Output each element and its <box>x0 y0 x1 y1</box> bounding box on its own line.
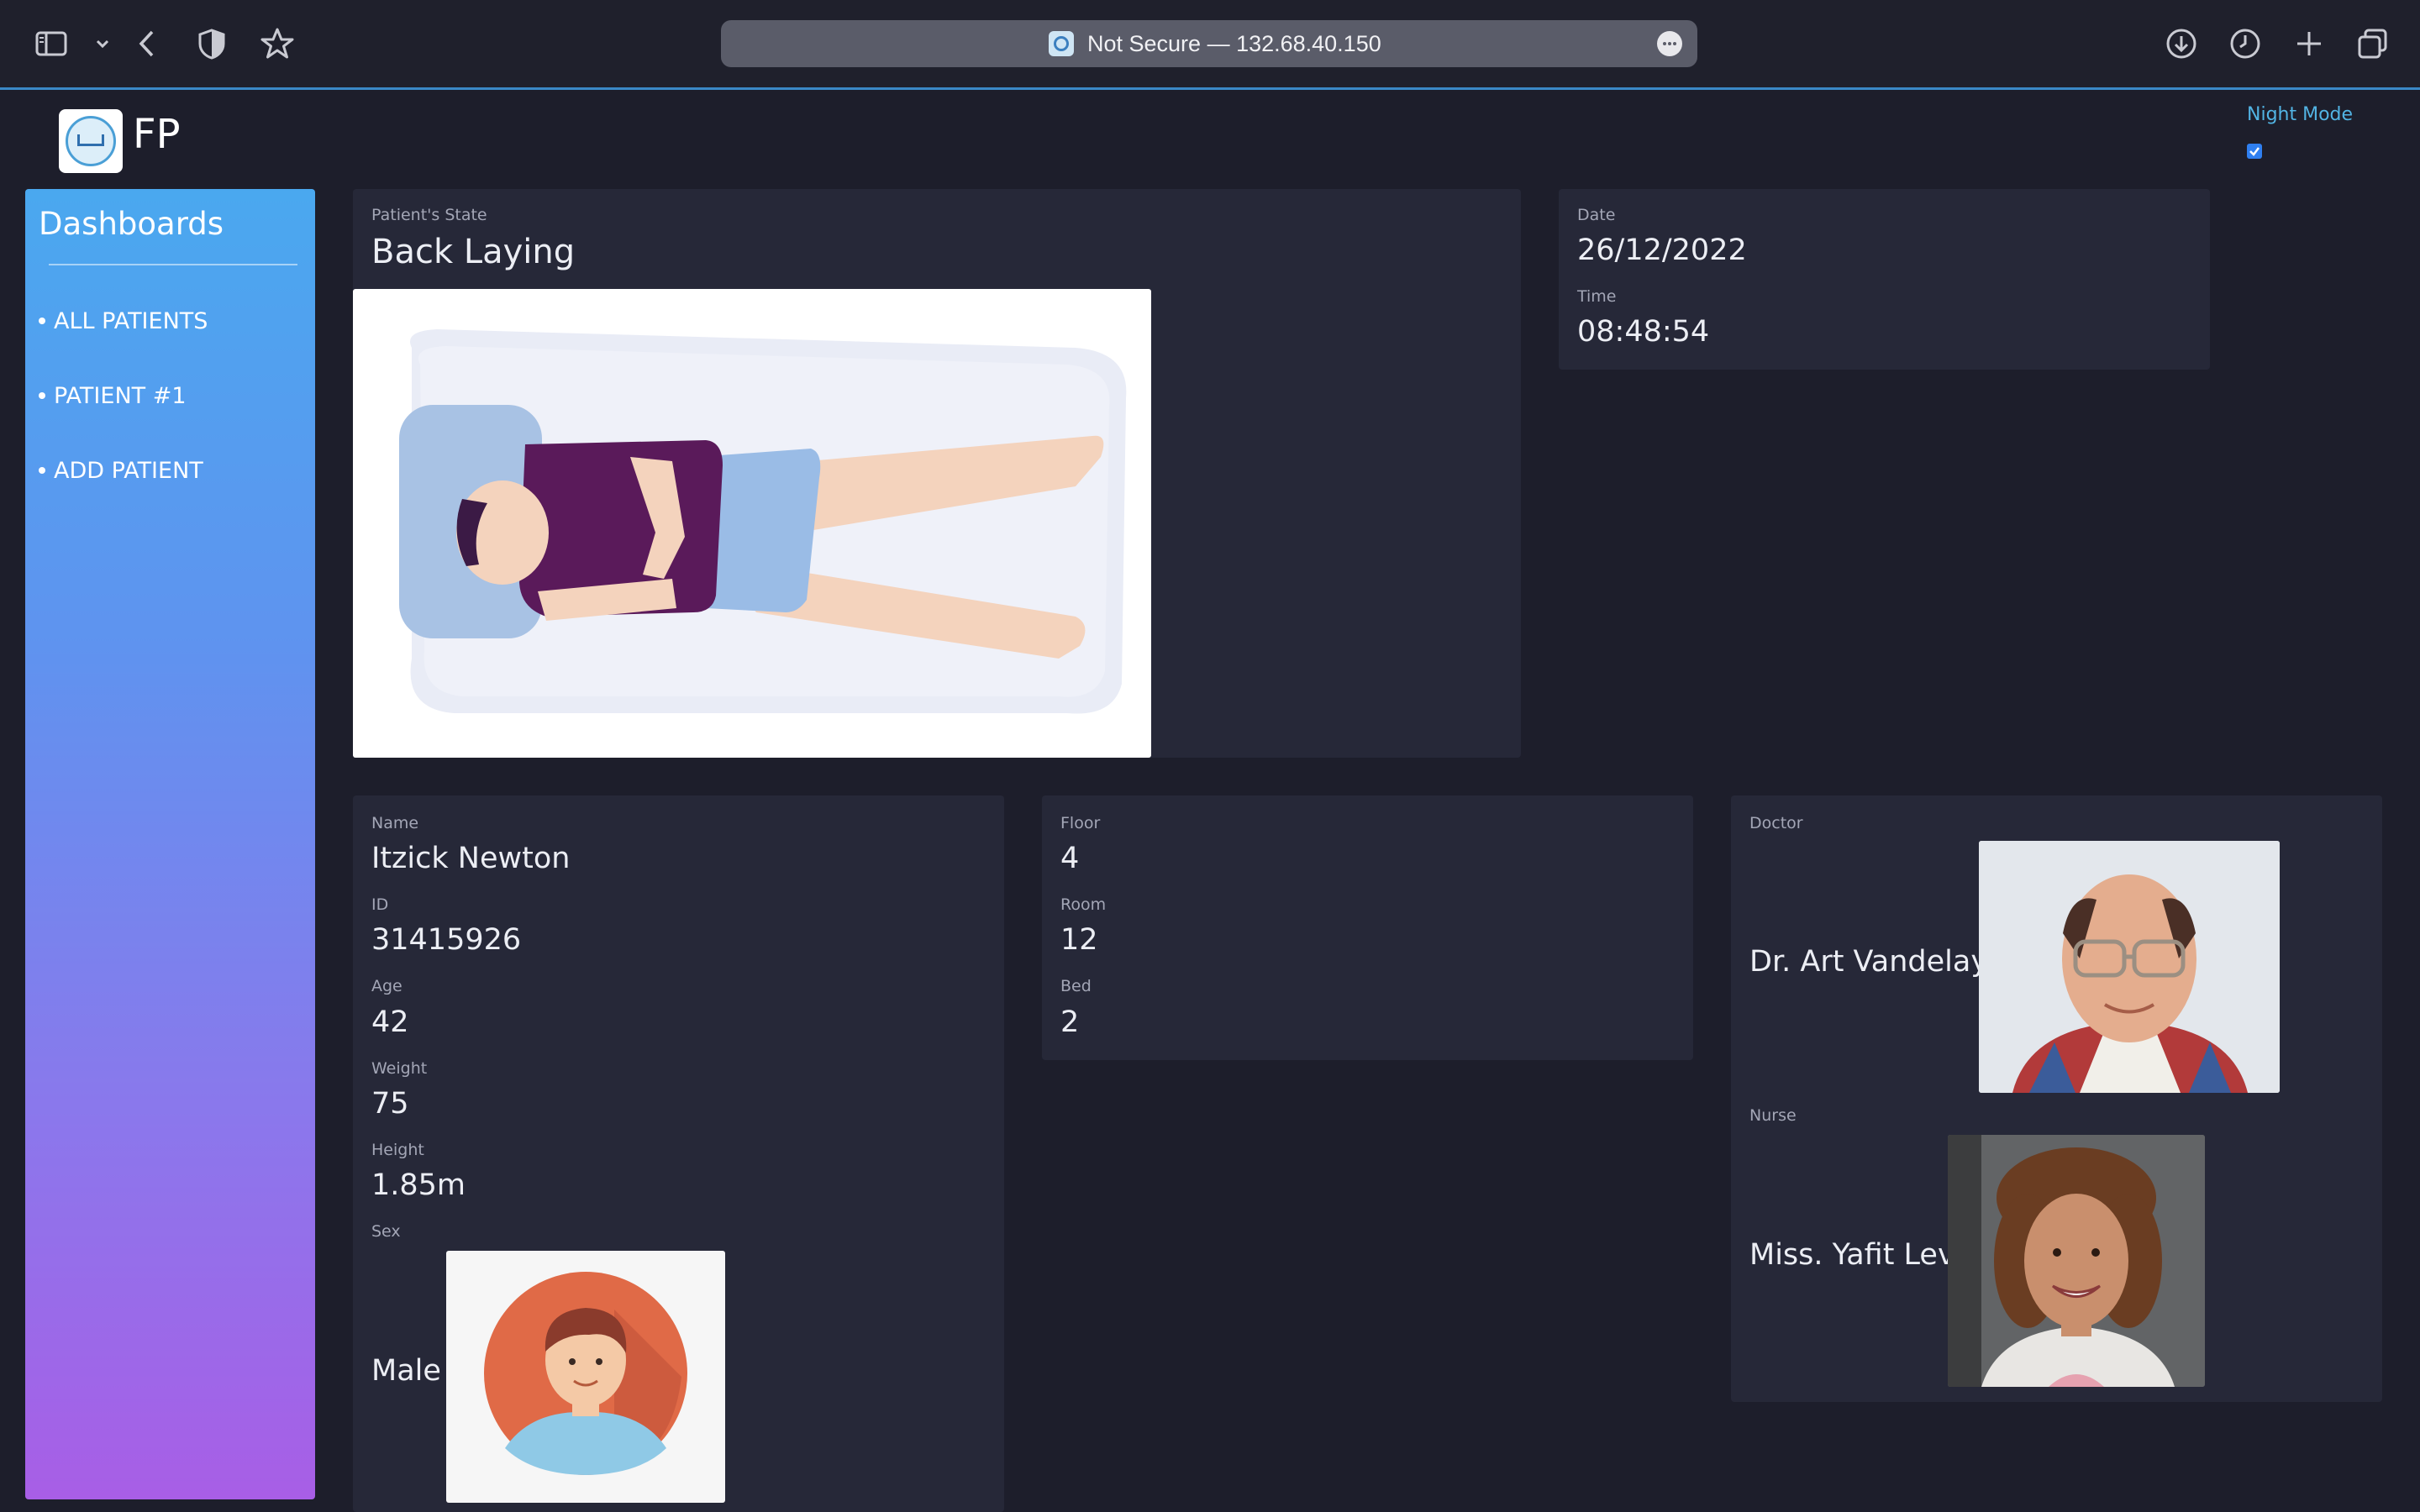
bullet-icon <box>39 391 45 399</box>
location-card: Floor 4 Room 12 Bed 2 <box>1042 795 1693 1060</box>
night-mode-label: Night Mode <box>2247 104 2354 125</box>
sidebar-toggle-icon[interactable] <box>34 25 71 62</box>
sidebar-title: Dashboards <box>39 206 224 242</box>
weight-value: 75 <box>371 1087 409 1121</box>
sidebar-item-patient-1[interactable]: PATIENT #1 <box>39 383 187 409</box>
nurse-value: Miss. Yafit Levi <box>1749 1238 1964 1272</box>
nurse-photo <box>1948 1135 2205 1387</box>
age-label: Age <box>371 977 402 995</box>
sidebar-item-label: PATIENT #1 <box>54 383 187 409</box>
height-label: Height <box>371 1141 424 1159</box>
patient-state-label: Patient's State <box>371 206 487 224</box>
history-clock-icon[interactable] <box>2227 25 2264 62</box>
sidebar-divider <box>49 264 297 265</box>
patient-state-card: Patient's State Back Laying <box>353 189 1521 758</box>
chevron-down-icon[interactable] <box>84 25 109 62</box>
back-arrow-icon[interactable] <box>129 25 166 62</box>
shield-icon[interactable] <box>193 25 230 62</box>
doctor-photo <box>1979 841 2280 1093</box>
browser-toolbar: Not Secure — 132.68.40.150 <box>0 0 2420 90</box>
sidebar-item-label: ADD PATIENT <box>54 458 203 484</box>
sidebar-item-label: ALL PATIENTS <box>54 308 208 334</box>
patient-info-card: Name Itzick Newton ID 31415926 Age 42 We… <box>353 795 1004 1512</box>
date-value: 26/12/2022 <box>1577 234 1747 267</box>
url-text: Not Secure — 132.68.40.150 <box>1087 31 1381 56</box>
name-value: Itzick Newton <box>371 842 571 875</box>
name-label: Name <box>371 814 419 832</box>
staff-card: Doctor Dr. Art Vandelay Nurse Miss. Yafi… <box>1731 795 2382 1402</box>
male-avatar <box>446 1251 725 1503</box>
sex-label: Sex <box>371 1222 401 1241</box>
height-value: 1.85m <box>371 1168 466 1202</box>
weight-label: Weight <box>371 1059 428 1078</box>
hospital-bed-icon <box>77 134 104 146</box>
datetime-card: Date 26/12/2022 Time 08:48:54 <box>1559 189 2210 370</box>
bullet-icon <box>39 466 45 474</box>
bed-label: Bed <box>1060 977 1092 995</box>
brand-title: FP <box>133 111 181 158</box>
bullet-icon <box>39 317 45 324</box>
night-mode-checkbox[interactable] <box>2247 144 2262 159</box>
age-value: 42 <box>371 1005 409 1039</box>
patient-state-value: Back Laying <box>371 233 576 271</box>
app-logo[interactable] <box>59 109 123 173</box>
sidebar-item-add-patient[interactable]: ADD PATIENT <box>39 458 203 484</box>
id-value: 31415926 <box>371 923 522 957</box>
doctor-value: Dr. Art Vandelay <box>1749 945 1989 979</box>
back-laying-illustration <box>353 289 1151 758</box>
floor-label: Floor <box>1060 814 1101 832</box>
time-label: Time <box>1577 287 1617 306</box>
floor-value: 4 <box>1060 842 1080 875</box>
room-label: Room <box>1060 895 1107 914</box>
sidebar-item-all-patients[interactable]: ALL PATIENTS <box>39 308 208 334</box>
new-tab-plus-icon[interactable] <box>2291 25 2328 62</box>
date-label: Date <box>1577 206 1616 224</box>
download-icon[interactable] <box>2163 25 2200 62</box>
address-bar[interactable]: Not Secure — 132.68.40.150 <box>721 20 1697 67</box>
bed-value: 2 <box>1060 1005 1080 1039</box>
nurse-label: Nurse <box>1749 1106 1797 1125</box>
more-options-icon[interactable] <box>1657 31 1682 56</box>
sex-value: Male <box>371 1354 441 1388</box>
doctor-label: Doctor <box>1749 814 1803 832</box>
site-favicon-icon <box>1049 31 1074 56</box>
id-label: ID <box>371 895 389 914</box>
room-value: 12 <box>1060 923 1098 957</box>
time-value: 08:48:54 <box>1577 315 1710 349</box>
tab-overview-icon[interactable] <box>2354 25 2391 62</box>
star-icon[interactable] <box>259 25 296 62</box>
sidebar: Dashboards ALL PATIENTS PATIENT #1 ADD P… <box>25 189 315 1499</box>
